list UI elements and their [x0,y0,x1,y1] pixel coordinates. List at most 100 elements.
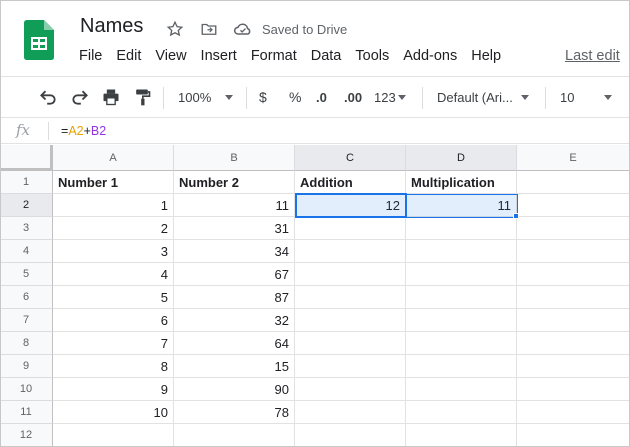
cell-c3[interactable] [295,217,406,240]
cell-e3[interactable] [517,217,630,240]
cell-d3[interactable] [406,217,517,240]
menu-help[interactable]: Help [464,48,508,64]
cell-e9[interactable] [517,355,630,378]
cell-b10[interactable]: 90 [174,378,295,401]
last-edit-link[interactable]: Last edit [565,48,620,64]
cell-d4[interactable] [406,240,517,263]
cell-a4[interactable]: 3 [53,240,174,263]
cell-d10[interactable] [406,378,517,401]
cell-d6[interactable] [406,286,517,309]
cell-c12[interactable] [295,424,406,447]
column-header-e[interactable]: E [517,145,630,171]
cell-a1[interactable]: Number 1 [53,171,174,194]
cell-d5[interactable] [406,263,517,286]
cell-c4[interactable] [295,240,406,263]
cell-b3[interactable]: 31 [174,217,295,240]
menu-data[interactable]: Data [304,48,349,64]
cell-e8[interactable] [517,332,630,355]
more-formats-select[interactable]: 123 [374,77,406,117]
cell-d1[interactable]: Multiplication [406,171,517,194]
row-header-7[interactable]: 7 [0,309,53,332]
cell-e4[interactable] [517,240,630,263]
cell-a11[interactable]: 10 [53,401,174,424]
column-header-b[interactable]: B [174,145,295,171]
cell-e12[interactable] [517,424,630,447]
column-header-d[interactable]: D [406,145,517,171]
cell-a12[interactable] [53,424,174,447]
row-header-3[interactable]: 3 [0,217,53,240]
row-header-8[interactable]: 8 [0,332,53,355]
cell-e6[interactable] [517,286,630,309]
cell-b2[interactable]: 11 [174,194,295,217]
menu-view[interactable]: View [148,48,193,64]
row-header-2[interactable]: 2 [0,194,53,217]
document-title[interactable]: Names [80,15,143,38]
paint-format-icon[interactable] [132,77,152,117]
undo-icon[interactable] [38,77,58,117]
cell-a8[interactable]: 7 [53,332,174,355]
row-header-4[interactable]: 4 [0,240,53,263]
font-select[interactable]: Default (Ari... [437,77,529,117]
row-header-10[interactable]: 10 [0,378,53,401]
cell-a10[interactable]: 9 [53,378,174,401]
cell-c7[interactable] [295,309,406,332]
cell-b1[interactable]: Number 2 [174,171,295,194]
cell-d9[interactable] [406,355,517,378]
cell-a3[interactable]: 2 [53,217,174,240]
row-header-12[interactable]: 12 [0,424,53,447]
cell-e5[interactable] [517,263,630,286]
cloud-saved-icon[interactable] [232,18,254,40]
cell-b7[interactable]: 32 [174,309,295,332]
formula-input[interactable]: =A2+B2 [61,124,106,138]
cell-a6[interactable]: 5 [53,286,174,309]
row-header-6[interactable]: 6 [0,286,53,309]
cell-d12[interactable] [406,424,517,447]
cell-a9[interactable]: 8 [53,355,174,378]
cell-d11[interactable] [406,401,517,424]
cell-b12[interactable] [174,424,295,447]
sheets-logo-icon[interactable] [24,20,54,60]
menu-insert[interactable]: Insert [194,48,244,64]
row-header-11[interactable]: 11 [0,401,53,424]
fill-handle[interactable] [513,213,519,219]
cell-c1[interactable]: Addition [295,171,406,194]
font-size-select[interactable]: 10 [560,77,613,117]
menu-tools[interactable]: Tools [348,48,396,64]
select-all-corner[interactable] [0,145,53,171]
cell-e7[interactable] [517,309,630,332]
row-header-9[interactable]: 9 [0,355,53,378]
cell-c5[interactable] [295,263,406,286]
row-header-5[interactable]: 5 [0,263,53,286]
zoom-select[interactable]: 100% [178,77,234,117]
cell-a2[interactable]: 1 [53,194,174,217]
cell-b11[interactable]: 78 [174,401,295,424]
column-header-c[interactable]: C [295,145,406,171]
percent-button[interactable]: % [289,77,301,117]
menu-file[interactable]: File [72,48,109,64]
cell-c11[interactable] [295,401,406,424]
decrease-decimal-button[interactable]: .0 [316,77,327,117]
cell-b6[interactable]: 87 [174,286,295,309]
cell-c6[interactable] [295,286,406,309]
cell-c10[interactable] [295,378,406,401]
cell-e1[interactable] [517,171,630,194]
cell-e2[interactable] [517,194,630,217]
cell-a7[interactable]: 6 [53,309,174,332]
cell-a5[interactable]: 4 [53,263,174,286]
move-folder-icon[interactable] [198,18,220,40]
redo-icon[interactable] [70,77,90,117]
currency-button[interactable]: $ [259,77,267,117]
menu-addons[interactable]: Add-ons [396,48,464,64]
cell-e10[interactable] [517,378,630,401]
menu-format[interactable]: Format [244,48,304,64]
cell-e11[interactable] [517,401,630,424]
print-icon[interactable] [101,77,121,117]
column-header-a[interactable]: A [53,145,174,171]
cell-b5[interactable]: 67 [174,263,295,286]
star-icon[interactable] [164,18,186,40]
cell-d8[interactable] [406,332,517,355]
increase-decimal-button[interactable]: .00 [344,77,362,117]
cell-b9[interactable]: 15 [174,355,295,378]
cell-b4[interactable]: 34 [174,240,295,263]
cell-d7[interactable] [406,309,517,332]
